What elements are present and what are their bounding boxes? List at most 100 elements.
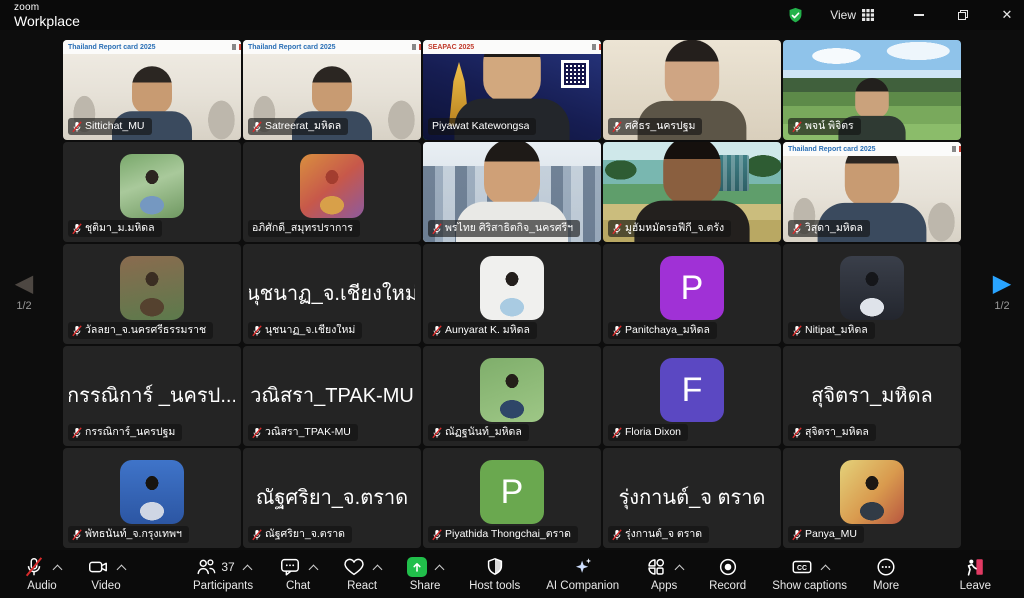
toolbar-record-button[interactable]: Record [696, 550, 759, 598]
zoom-logo-text: zoom [14, 3, 80, 13]
muted-mic-icon [612, 427, 622, 439]
participant-tile[interactable]: รุ่งกานต์_จ ตราด รุ่งกานต์_จ ตราด [603, 448, 781, 548]
view-button[interactable]: View [830, 8, 874, 22]
participant-tile[interactable]: F Floria Dixon [603, 346, 781, 446]
participant-tile[interactable]: Nitipat_มหิดล [783, 244, 961, 344]
toolbar-item-label: Participants [193, 580, 253, 592]
muted-mic-icon [792, 529, 802, 541]
participant-tile[interactable]: วณิสรา_TPAK-MU วณิสรา_TPAK-MU [243, 346, 421, 446]
participant-avatar-photo [120, 154, 184, 218]
chevron-up-icon[interactable] [242, 564, 252, 574]
chevron-up-icon[interactable] [675, 564, 685, 574]
participant-tile[interactable]: กรรณิการ์ _นครป... กรรณิการ์_นครปฐม [63, 346, 241, 446]
participant-name-label: ชุติมา_ม.มหิดล [68, 220, 162, 237]
toolbar: Audio Video 37 Participants Chat React [0, 550, 1024, 598]
participant-tile[interactable]: อภิศักดิ์_สมุทรปราการ [243, 142, 421, 242]
shield-icon [484, 556, 506, 578]
chevron-up-icon[interactable] [309, 564, 319, 574]
muted-mic-icon [252, 325, 262, 337]
prev-page-button[interactable]: ◀ 1/2 [4, 272, 44, 312]
participant-tile[interactable]: นุชนาฏ_จ.เชียงใหม่ นุชนาฏ_จ.เชียงใหม่ [243, 244, 421, 344]
chevron-up-icon[interactable] [435, 564, 445, 574]
muted-mic-icon [432, 223, 442, 235]
encryption-shield-icon[interactable] [787, 7, 804, 24]
muted-mic-icon [792, 223, 802, 235]
banner-text: SEAPAC 2025 [428, 44, 474, 51]
participant-tile[interactable]: สุจิตรา_มหิดล สุจิตรา_มหิดล [783, 346, 961, 446]
next-page-button[interactable]: ▶ 1/2 [982, 272, 1022, 312]
toolbar-audio-button[interactable]: Audio [10, 550, 74, 598]
participant-tile[interactable]: พัทธนันท์_จ.กรุงเทพฯ [63, 448, 241, 548]
participant-name-text: Aunyarat K. มหิดล [445, 324, 530, 337]
toolbar-apps-button[interactable]: Apps [632, 550, 696, 598]
record-icon [717, 556, 739, 578]
participant-tile[interactable]: Aunyarat K. มหิดล [423, 244, 601, 344]
toolbar-ai-companion-button[interactable]: AI Companion [533, 550, 632, 598]
leave-icon [964, 556, 986, 578]
close-button[interactable]: ✕ [1000, 8, 1014, 22]
participant-name-text: วิสุดา_มหิดล [805, 222, 863, 235]
participant-tile[interactable]: พจน์ พิจิตร [783, 40, 961, 140]
participant-name-text: Nitipat_มหิดล [805, 324, 868, 337]
restore-icon [958, 10, 968, 20]
muted-mic-icon [612, 121, 622, 133]
toolbar-video-button[interactable]: Video [74, 550, 138, 598]
participant-tile[interactable]: SEAPAC 2025 Piyawat Katewongsa [423, 40, 601, 140]
participant-tile[interactable]: Thailand Report card 2025 Satreerat_มหิด… [243, 40, 421, 140]
muted-mic-icon [432, 325, 442, 337]
virtual-background-banner: SEAPAC 2025 [423, 40, 601, 54]
share-icon [407, 557, 427, 577]
participant-name-text: ณัฏฐนันท์_มหิดล [445, 426, 522, 439]
chevron-up-icon[interactable] [820, 564, 830, 574]
participant-name-label: Piyathida Thongchai_ตราด [428, 526, 578, 543]
muted-mic-icon [612, 529, 622, 541]
participant-letter-avatar: P [660, 256, 724, 320]
participant-tile[interactable]: ศศิธร_นครปฐม [603, 40, 781, 140]
toolbar-item-label: Record [709, 580, 746, 592]
participant-name-label: ณัฐศริยา_จ.ตราด [248, 526, 352, 543]
participant-tile[interactable]: Thailand Report card 2025 Sittichat_MU [63, 40, 241, 140]
chevron-up-icon[interactable] [53, 564, 63, 574]
participant-tile[interactable]: Thailand Report card 2025 วิสุดา_มหิดล [783, 142, 961, 242]
participant-name-label: Satreerat_มหิดล [248, 118, 348, 135]
muted-mic-icon [612, 325, 622, 337]
chevron-up-icon[interactable] [373, 564, 383, 574]
participant-name-label: สุจิตรา_มหิดล [788, 424, 876, 441]
toolbar-react-button[interactable]: React [330, 550, 394, 598]
zoom-workplace-logo: zoom Workplace [14, 3, 80, 28]
participant-name-text: รุ่งกานต์_จ ตราด [625, 528, 702, 541]
participant-name-text: Piyathida Thongchai_ตราด [445, 528, 571, 541]
next-page-arrow-icon: ▶ [993, 272, 1011, 296]
minimize-button[interactable] [912, 8, 926, 22]
toolbar-chat-button[interactable]: Chat [266, 550, 330, 598]
workplace-logo-text: Workplace [14, 14, 80, 28]
participant-name-text: Panya_MU [805, 528, 857, 541]
muted-mic-icon [792, 325, 802, 337]
chevron-up-icon[interactable] [117, 564, 127, 574]
participant-tile[interactable]: พรไทย ศิริสาธิตกิจ_นครศรีฯ [423, 142, 601, 242]
participant-name-label: มูฮัมหมัดรอฟีกี_จ.ตรัง [608, 220, 731, 237]
participant-tile[interactable]: ชุติมา_ม.มหิดล [63, 142, 241, 242]
toolbar-host-tools-button[interactable]: Host tools [456, 550, 533, 598]
muted-mic-icon [792, 427, 802, 439]
participant-tile[interactable]: ณัฏฐนันท์_มหิดล [423, 346, 601, 446]
participant-tile[interactable]: ณัฐศริยา_จ.ตราด ณัฐศริยา_จ.ตราด [243, 448, 421, 548]
svg-text:CC: CC [797, 565, 807, 572]
muted-mic-icon [612, 223, 622, 235]
restore-button[interactable] [956, 8, 970, 22]
apps-icon [645, 556, 667, 578]
toolbar-more-button[interactable]: More [860, 550, 912, 598]
participant-tile[interactable]: P Piyathida Thongchai_ตราด [423, 448, 601, 548]
toolbar-item-label: Leave [960, 580, 991, 592]
virtual-background-banner: Thailand Report card 2025 [63, 40, 241, 54]
participant-tile[interactable]: Panya_MU [783, 448, 961, 548]
toolbar-leave-button[interactable]: Leave [947, 550, 1004, 598]
participant-tile[interactable]: วัลลยา_จ.นครศรีธรรมราช [63, 244, 241, 344]
toolbar-share-button[interactable]: Share [394, 550, 456, 598]
toolbar-participants-button[interactable]: 37 Participants [180, 550, 266, 598]
participant-name-label: Aunyarat K. มหิดล [428, 322, 537, 339]
toolbar-captions-button[interactable]: CC Show captions [759, 550, 860, 598]
participant-name-label: Piyawat Katewongsa [428, 118, 536, 135]
participant-tile[interactable]: มูฮัมหมัดรอฟีกี_จ.ตรัง [603, 142, 781, 242]
participant-tile[interactable]: P Panitchaya_มหิดล [603, 244, 781, 344]
